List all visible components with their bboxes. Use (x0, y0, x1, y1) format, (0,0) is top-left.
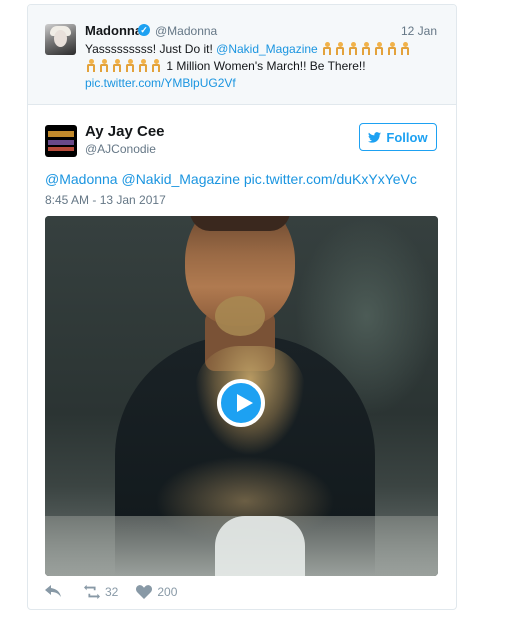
quoted-tweet-date[interactable]: 12 Jan (401, 24, 437, 38)
like-button[interactable]: 200 (136, 585, 177, 599)
tweet-media-gif[interactable] (45, 216, 438, 576)
tweet-timestamp[interactable]: 8:45 AM - 13 Jan 2017 (45, 193, 166, 207)
quoted-text-start: Yasssssssss! Just Do it! (85, 42, 217, 56)
woman-walking-icon (137, 59, 149, 72)
woman-walking-icon (373, 42, 385, 55)
play-icon[interactable] (217, 379, 265, 427)
follow-label: Follow (386, 129, 428, 145)
reply-button[interactable] (45, 585, 66, 599)
quoted-pic-link[interactable]: pic.twitter.com/YMBlpUG2Vf (85, 76, 236, 90)
woman-walking-icon (399, 42, 411, 55)
woman-walking-icon (124, 59, 136, 72)
woman-walking-icon (111, 59, 123, 72)
women-walking-emoji-row (321, 42, 412, 56)
woman-walking-icon (85, 59, 97, 72)
author-handle[interactable]: @AJConodie (85, 142, 156, 156)
woman-walking-icon (321, 42, 333, 55)
tweet-actions: 32 200 (45, 583, 195, 601)
verified-icon: ✓ (138, 24, 150, 36)
heart-icon (136, 585, 153, 599)
madonna-avatar[interactable] (45, 24, 76, 55)
woman-walking-icon (150, 59, 162, 72)
follow-button[interactable]: Follow (359, 123, 437, 151)
like-count: 200 (157, 585, 178, 599)
woman-walking-icon (334, 42, 346, 55)
tweet-text[interactable]: @Madonna @Nakid_Magazine pic.twitter.com… (45, 171, 417, 187)
woman-walking-icon (347, 42, 359, 55)
ajconodie-avatar[interactable] (45, 125, 77, 157)
retweet-count: 32 (105, 585, 119, 599)
quoted-tweet[interactable]: Madonna ✓ @Madonna 12 Jan Yasssssssss! J… (28, 5, 456, 105)
women-walking-emoji-row (85, 59, 166, 73)
retweet-button[interactable]: 32 (84, 585, 118, 599)
author-name[interactable]: Ay Jay Cee (85, 123, 165, 140)
quoted-author-name[interactable]: Madonna (85, 23, 142, 38)
mention-link[interactable]: @Nakid_Magazine (216, 42, 318, 56)
reply-icon (45, 585, 61, 597)
woman-walking-icon (386, 42, 398, 55)
quoted-author-handle[interactable]: @Madonna (155, 24, 217, 38)
embedded-tweet-card: Madonna ✓ @Madonna 12 Jan Yasssssssss! J… (27, 4, 457, 610)
woman-walking-icon (360, 42, 372, 55)
quoted-tweet-text: Yasssssssss! Just Do it! @Nakid_Magazine… (85, 41, 445, 75)
quoted-text-end: 1 Million Women's March!! Be There!! (166, 59, 366, 73)
retweet-icon (84, 585, 100, 599)
woman-walking-icon (98, 59, 110, 72)
twitter-bird-icon (368, 131, 382, 143)
